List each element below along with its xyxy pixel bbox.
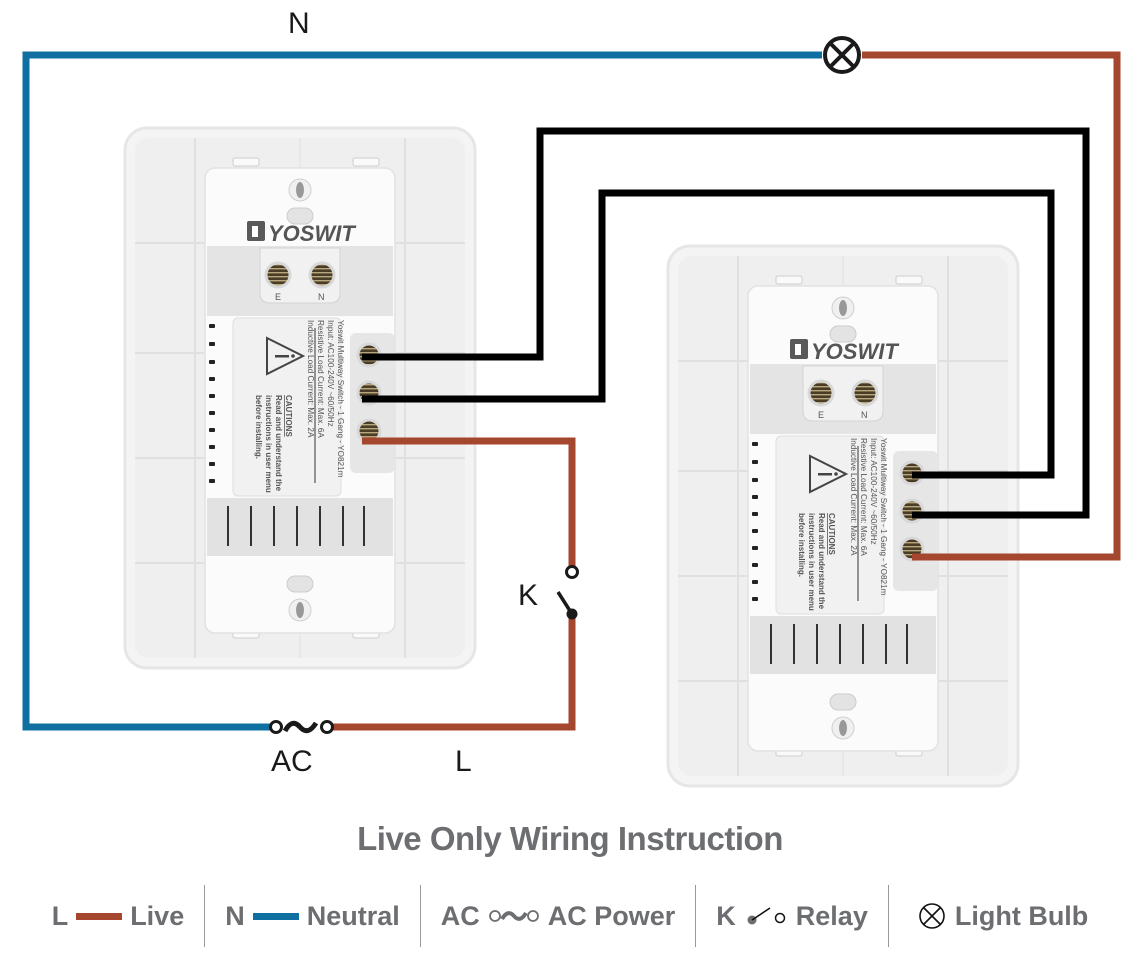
terminal-label-n: N — [318, 292, 325, 302]
label-line: Inductive Load Current: Max. 2A — [849, 438, 858, 556]
relay-icon — [556, 565, 579, 620]
legend-label: Neutral — [306, 900, 400, 931]
ac-label: AC — [271, 745, 313, 778]
legend-item-live: L Live — [32, 885, 205, 947]
label-line: Input: AC100-240V ~60/50Hz — [326, 320, 335, 427]
label-line: Inductive Load Current: Max. 2A — [306, 320, 315, 438]
neutral-label: N — [288, 7, 310, 40]
legend-item-light-bulb: Light Bulb — [889, 885, 1108, 947]
brand-text: YOSWIT — [811, 339, 899, 364]
legend-item-ac-power: AC AC Power — [421, 885, 696, 947]
caution-line: instructions in user menu — [264, 395, 273, 493]
diagram-title: Live Only Wiring Instruction — [357, 820, 783, 857]
legend-symbol: K — [716, 900, 736, 931]
brand-text: YOSWIT — [268, 221, 356, 246]
live-label: L — [455, 745, 472, 778]
label-line: Resistive Load Current: Max. 6A — [859, 438, 868, 556]
legend-item-relay: K Relay — [696, 885, 888, 947]
caution-line: Read and understand the — [817, 513, 826, 610]
ac-power-icon — [488, 910, 539, 922]
label-line: Input: AC100-240V ~60/50Hz — [869, 438, 878, 545]
ac-power-icon — [269, 720, 334, 734]
neutral-wire-icon — [252, 913, 299, 920]
label-line: Yoswit Multiway Switch - 1 Gang - YO821m — [336, 320, 345, 478]
wiring-diagram: YOSWIT E N YOSWIT E N Yoswit Multiway Sw… — [22, 7, 1121, 788]
legend-label: Live — [130, 900, 185, 931]
terminal-label-e: E — [275, 292, 281, 302]
caution-title: CAUTIONS — [284, 395, 293, 437]
legend-label: AC Power — [547, 900, 676, 931]
caution-line: Read and understand the — [274, 395, 283, 492]
relay-label: K — [518, 579, 538, 612]
terminal-label-e: E — [818, 410, 824, 420]
caution-line: before installing. — [797, 513, 806, 577]
relay-icon — [747, 907, 786, 925]
legend-symbol: L — [51, 900, 69, 931]
legend-symbol: N — [225, 900, 245, 931]
legend-symbol: AC — [440, 900, 480, 931]
label-line: Resistive Load Current: Max. 6A — [316, 320, 325, 438]
caution-line: instructions in user menu — [807, 513, 816, 611]
label-line: Yoswit Multiway Switch - 1 Gang - YO821m — [879, 438, 888, 596]
legend-label: Light Bulb — [954, 900, 1089, 931]
live-wire-icon — [76, 913, 123, 920]
legend-label: Relay — [795, 900, 868, 931]
caution-title: CAUTIONS — [827, 513, 836, 555]
terminal-label-n: N — [861, 410, 868, 420]
caution-line: before installing. — [254, 395, 263, 459]
legend: L Live N Neutral AC AC Power K Relay Lig… — [0, 884, 1140, 948]
legend-item-neutral: N Neutral — [205, 885, 420, 947]
light-bulb-icon — [919, 903, 945, 929]
light-bulb-icon — [823, 36, 861, 74]
